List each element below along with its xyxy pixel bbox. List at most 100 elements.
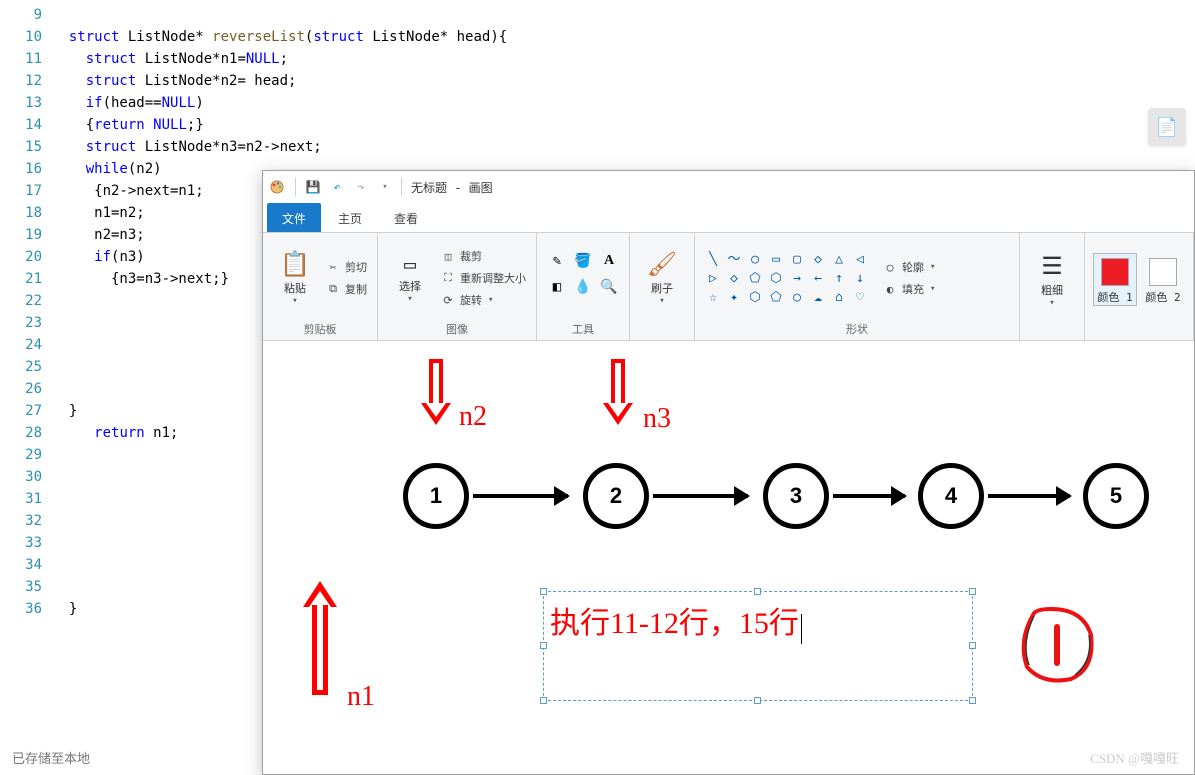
color2-button[interactable]: 颜色 2 (1141, 254, 1185, 305)
list-node-4: 4 (918, 463, 984, 529)
dropdown-caret-icon: ▾ (659, 296, 664, 306)
line-number-gutter: 9101112131415161718192021222324252627282… (0, 0, 52, 775)
paint-window: 💾 ↶ ↷ ▾ 无标题 - 画图 文件 主页 查看 📋 粘贴 ▾ ✂ 剪切 ⧉复制 (262, 170, 1195, 775)
paste-label: 粘贴 (284, 280, 306, 296)
rotate-icon: ⟳ (440, 294, 456, 307)
group-thickness: ☰ 粗细 ▾ . (1020, 233, 1085, 340)
side-copy-button[interactable]: 📄 (1148, 108, 1186, 146)
tab-file[interactable]: 文件 (267, 203, 321, 232)
resize-handle[interactable] (969, 697, 976, 704)
cut-button[interactable]: ✂ 剪切 (323, 256, 369, 278)
ribbon-tabbar: 文件 主页 查看 (263, 203, 1194, 233)
group-brush: 🖌 刷子 ▾ 刷子 (630, 233, 695, 340)
qat-customize-button[interactable]: ▾ (374, 176, 396, 198)
list-node-1: 1 (403, 463, 469, 529)
node-label: 1 (430, 483, 442, 509)
copy-label: 复制 (345, 281, 367, 297)
node-label: 2 (610, 483, 622, 509)
list-node-5: 5 (1083, 463, 1149, 529)
paint-canvas[interactable]: 1 2 3 4 5 n2 n3 n1 执行11-12行，15行 (263, 341, 1194, 774)
group-image: ▭ 选择 ▾ ◫ 裁剪 ⛶ 重新调整大小 ⟳ 旋转 ▾ 图像 (378, 233, 537, 340)
eraser-tool[interactable]: ◧ (545, 279, 569, 303)
thickness-label: 粗细 (1041, 282, 1063, 298)
resize-handle[interactable] (540, 588, 547, 595)
select-button[interactable]: ▭ 选择 ▾ (386, 250, 434, 306)
qat-save-button[interactable]: 💾 (302, 176, 324, 198)
dropdown-caret-icon: ▾ (1049, 298, 1054, 308)
group-clipboard-label: 剪贴板 (271, 319, 369, 338)
group-image-label: 图像 (386, 319, 528, 338)
color2-swatch (1149, 258, 1177, 286)
resize-icon: ⛶ (440, 271, 456, 285)
color1-swatch (1101, 258, 1129, 286)
thickness-icon: ☰ (1041, 252, 1063, 280)
resize-handle[interactable] (540, 642, 547, 649)
color1-button[interactable]: 颜色 1 (1093, 253, 1137, 306)
outline-icon: ◯ (882, 261, 898, 274)
fill-icon: ◐ (882, 283, 898, 296)
edge-3-4 (833, 494, 905, 498)
group-tools: ✎ 🪣 A ◧ 💧 🔍 工具 (537, 233, 630, 340)
thickness-button[interactable]: ☰ 粗细 ▾ (1028, 250, 1076, 310)
node-label: 5 (1110, 483, 1122, 509)
group-tools-label: 工具 (545, 319, 621, 338)
group-shapes-label: 形状 (703, 319, 1011, 338)
dropdown-caret-icon: ▾ (407, 294, 412, 304)
clipboard-icon: 📋 (280, 250, 310, 278)
shape-outline-button[interactable]: ◯轮廓▾ (880, 256, 937, 278)
shape-fill-button[interactable]: ◐填充▾ (880, 278, 937, 300)
brush-button[interactable]: 🖌 刷子 ▾ (638, 248, 686, 308)
brush-label: 刷子 (651, 280, 673, 296)
fill-label: 填充 (902, 281, 924, 297)
pointer-n3-arrow (605, 359, 631, 429)
crop-button[interactable]: ◫ 裁剪 (438, 245, 528, 267)
resize-handle[interactable] (969, 588, 976, 595)
text-content: 执行11-12行，15行 (550, 607, 799, 640)
text-tool[interactable]: A (597, 253, 621, 277)
resize-handle[interactable] (969, 642, 976, 649)
color1-label: 颜色 1 (1097, 289, 1132, 305)
dropdown-caret-icon: ▾ (930, 262, 935, 272)
group-shapes: ╲〜○▭▢◇△◁ ▷◇⬠⬡→←↑↓ ☆✦⬡⬠○☁⌂♡ ◯轮廓▾ ◐ 填充 ▾ 形状 (695, 233, 1020, 340)
pencil-tool[interactable]: ✎ (545, 253, 569, 277)
resize-handle[interactable] (540, 697, 547, 704)
list-node-2: 2 (583, 463, 649, 529)
select-rect-icon: ▭ (404, 252, 416, 276)
group-color1: 颜色 1 . (1085, 233, 1139, 340)
edge-4-5 (988, 494, 1070, 498)
shape-gallery[interactable]: ╲〜○▭▢◇△◁ ▷◇⬠⬡→←↑↓ ☆✦⬡⬠○☁⌂♡ (703, 250, 870, 306)
tab-view[interactable]: 查看 (379, 203, 433, 232)
node-label: 3 (790, 483, 802, 509)
brush-icon: 🖌 (647, 250, 677, 278)
rotate-button[interactable]: ⟳旋转▾ (438, 289, 528, 311)
pointer-n1-arrow (305, 581, 335, 701)
text-edit-box[interactable]: 执行11-12行，15行 (543, 591, 973, 701)
color2-label: 颜色 2 (1145, 289, 1180, 305)
group-color2: 颜色 2 . (1139, 233, 1194, 340)
list-node-3: 3 (763, 463, 829, 529)
ribbon: 📋 粘贴 ▾ ✂ 剪切 ⧉复制 剪贴板 ▭ 选择 ▾ ◫ 裁剪 (263, 233, 1194, 341)
qat-undo-button[interactable]: ↶ (326, 176, 348, 198)
paste-button[interactable]: 📋 粘贴 ▾ (271, 248, 319, 308)
editor-status-text: 已存储至本地 (12, 748, 90, 767)
scribble-circle (1013, 601, 1103, 691)
picker-tool[interactable]: 💧 (571, 279, 595, 303)
resize-button[interactable]: ⛶ 重新调整大小 (438, 267, 528, 289)
crop-label: 裁剪 (460, 248, 482, 264)
edge-1-2 (473, 494, 568, 498)
resize-handle[interactable] (754, 588, 761, 595)
rotate-label: 旋转 (460, 292, 482, 308)
copy-button[interactable]: ⧉复制 (323, 278, 369, 300)
pointer-n2-arrow (423, 359, 449, 429)
resize-handle[interactable] (754, 697, 761, 704)
tab-home[interactable]: 主页 (323, 203, 377, 232)
crop-icon: ◫ (440, 250, 456, 263)
cut-label: 剪切 (345, 259, 367, 275)
bucket-tool[interactable]: 🪣 (571, 253, 595, 277)
edge-2-3 (653, 494, 748, 498)
paint-titlebar[interactable]: 💾 ↶ ↷ ▾ 无标题 - 画图 (263, 171, 1194, 203)
qat-redo-button[interactable]: ↷ (350, 176, 372, 198)
scissors-icon: ✂ (325, 261, 341, 274)
zoom-tool[interactable]: 🔍 (597, 279, 621, 303)
resize-label: 重新调整大小 (460, 270, 526, 286)
